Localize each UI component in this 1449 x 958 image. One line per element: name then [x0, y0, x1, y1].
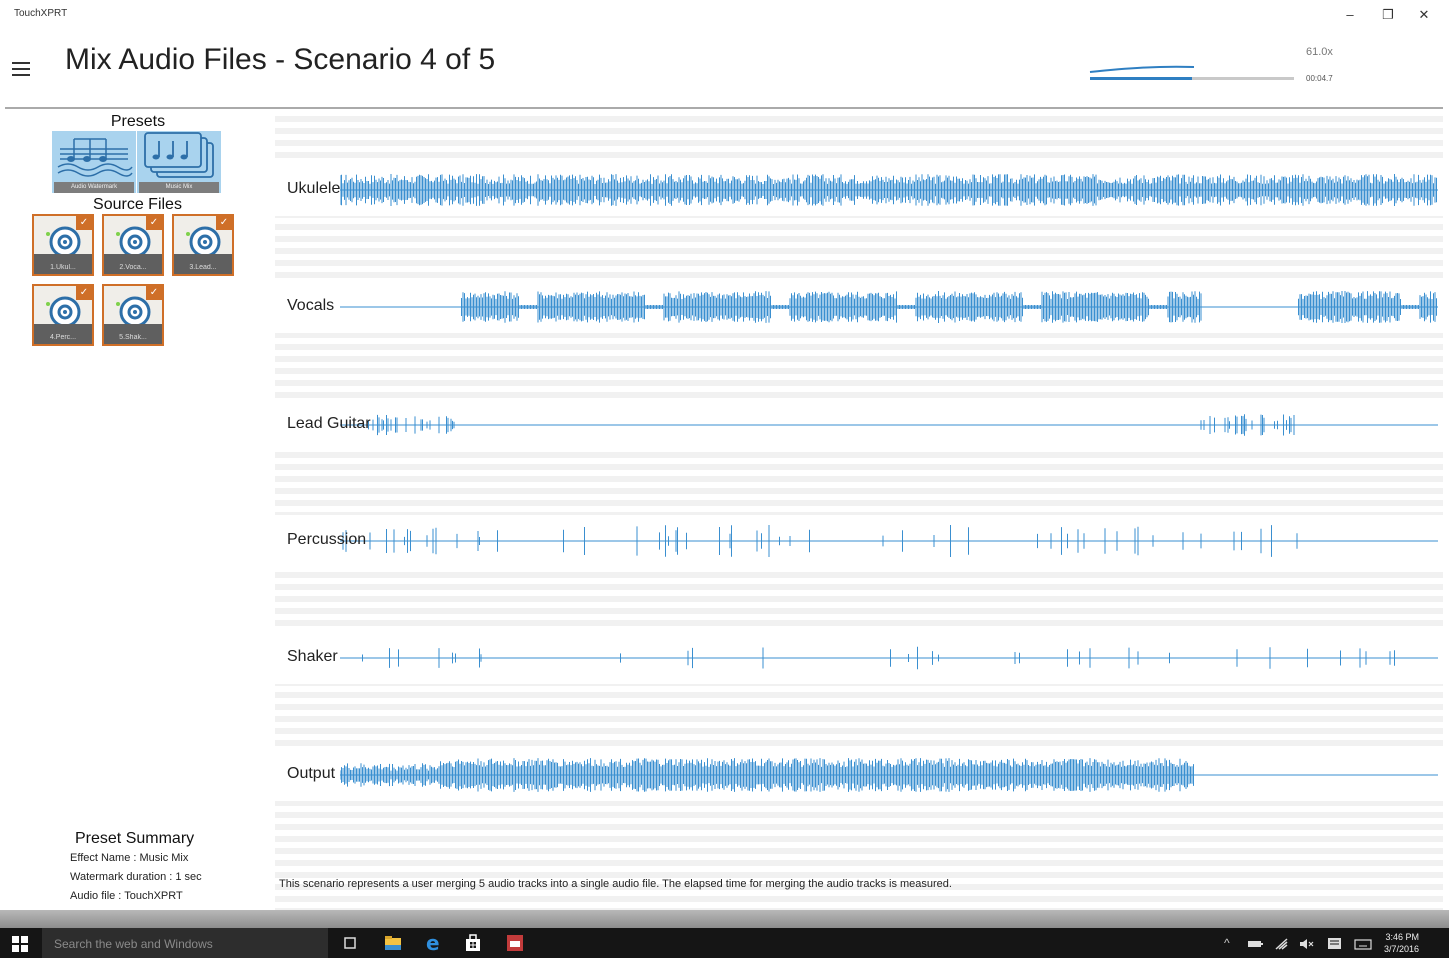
checkmark-icon: ✓ — [216, 216, 232, 230]
preset-summary-title: Preset Summary — [75, 830, 195, 847]
source-file-label: 3.Lead... — [189, 264, 217, 271]
music-staff-icon — [57, 138, 133, 177]
close-button[interactable]: ✕ — [1409, 6, 1439, 24]
scenario-description: This scenario represents a user merging … — [279, 878, 952, 890]
summary-watermark-duration: Watermark duration : 1 sec — [70, 871, 202, 883]
svg-text:e: e — [426, 933, 440, 953]
search-input[interactable]: Search the web and Windows — [42, 928, 328, 958]
shaker-waveform — [340, 646, 1438, 670]
track-label: Ukulele — [287, 180, 341, 197]
source-files-heading: Source Files — [93, 196, 182, 213]
summary-audio-file: Audio file : TouchXPRT — [70, 890, 183, 902]
header-divider — [5, 107, 1443, 109]
wifi-icon[interactable] — [1272, 934, 1292, 954]
checkmark-icon: ✓ — [146, 286, 162, 300]
track-label: Percussion — [287, 531, 367, 548]
app-title: TouchXPRT — [14, 8, 68, 19]
page-title: Mix Audio Files - Scenario 4 of 5 — [65, 43, 496, 76]
minimize-button[interactable]: – — [1335, 6, 1365, 24]
source-file-tile[interactable]: 1.Ukul... ✓ — [32, 214, 94, 276]
file-explorer-icon[interactable] — [383, 933, 403, 953]
task-view-icon[interactable] — [340, 933, 360, 953]
source-file-label: 5.Shak... — [119, 334, 147, 341]
summary-effect-name: Effect Name : Music Mix — [70, 852, 189, 864]
preset-music-mix[interactable]: Music Mix — [137, 131, 221, 193]
progress-fill — [1090, 77, 1192, 80]
source-file-tile[interactable]: 3.Lead... ✓ — [172, 214, 234, 276]
store-icon[interactable] — [463, 933, 483, 953]
output-waveform — [340, 758, 1438, 792]
preset-audio-watermark[interactable]: Audio Watermark — [52, 131, 136, 193]
source-file-tile[interactable]: 5.Shak... ✓ — [102, 284, 164, 346]
source-file-tile[interactable]: 4.Perc... ✓ — [32, 284, 94, 346]
clock-time: 3:46 PM — [1385, 932, 1420, 942]
speed-readout: 61.0x — [1306, 46, 1333, 58]
battery-icon[interactable] — [1245, 934, 1265, 954]
elapsed-time: 00:04.7 — [1306, 74, 1333, 83]
show-hidden-icons-icon[interactable]: ^ — [1224, 936, 1230, 950]
track-label: Lead Guitar — [287, 415, 371, 432]
taskbar: Search the web and Windows e ^ 3:46 PM 3… — [0, 910, 1449, 958]
action-center-icon[interactable] — [1325, 934, 1345, 954]
track-label: Vocals — [287, 297, 335, 314]
volume-muted-icon[interactable] — [1297, 934, 1317, 954]
checkmark-icon: ✓ — [76, 286, 92, 300]
restore-button[interactable]: ❐ — [1373, 6, 1403, 24]
source-file-tile[interactable]: 2.Voca... ✓ — [102, 214, 164, 276]
presets-heading: Presets — [110, 113, 166, 130]
preset-label: Audio Watermark — [54, 182, 134, 193]
track-label: Output — [287, 765, 336, 782]
clock-date: 3/7/2016 — [1384, 944, 1420, 954]
touch-keyboard-icon[interactable] — [1353, 934, 1373, 954]
vocals-waveform — [340, 291, 1438, 323]
search-placeholder: Search the web and Windows — [54, 937, 213, 951]
track-label: Shaker — [287, 648, 338, 665]
lead-guitar-waveform — [340, 414, 1438, 436]
source-file-label: 1.Ukul... — [50, 264, 76, 271]
windows-start-icon[interactable] — [12, 936, 28, 952]
checkmark-icon: ✓ — [76, 216, 92, 230]
checkmark-icon: ✓ — [146, 216, 162, 230]
preset-label: Music Mix — [139, 182, 219, 193]
source-file-label: 2.Voca... — [119, 264, 147, 271]
touchxprt-app-icon[interactable] — [505, 933, 525, 953]
music-notes-stack-icon — [144, 132, 214, 178]
percussion-waveform — [340, 525, 1438, 557]
ukulele-waveform — [340, 174, 1438, 206]
hamburger-menu-icon[interactable] — [12, 62, 30, 80]
edge-browser-icon[interactable]: e — [423, 933, 443, 953]
source-file-label: 4.Perc... — [49, 334, 77, 341]
clock[interactable]: 3:46 PM 3/7/2016 — [1384, 931, 1419, 955]
progress-indicator — [1089, 65, 1294, 80]
title-bar: TouchXPRT – ❐ ✕ — [0, 0, 1449, 30]
